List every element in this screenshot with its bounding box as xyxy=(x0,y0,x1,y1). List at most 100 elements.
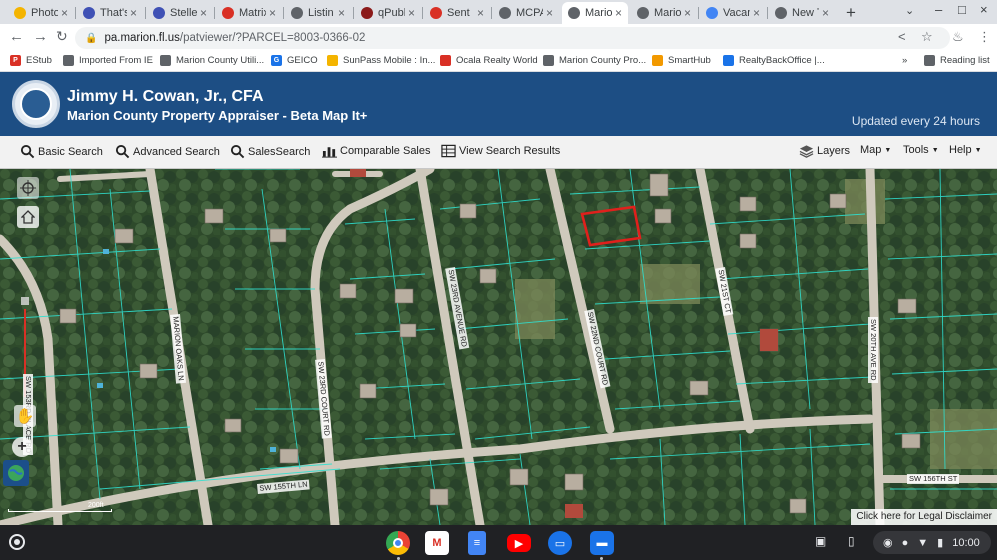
pan-tool[interactable] xyxy=(17,177,39,199)
close-tab-icon[interactable]: × xyxy=(266,6,276,20)
hand-pan-button[interactable]: ✋ xyxy=(14,405,36,427)
layers-label: Layers xyxy=(817,145,851,157)
app-toolbar: Basic Search Advanced Search SalesSearch… xyxy=(0,136,997,169)
back-icon[interactable]: ← xyxy=(9,28,24,45)
help-menu[interactable]: Help ▼ xyxy=(949,144,982,156)
tab-favicon-icon xyxy=(83,7,95,19)
bookmark-label: Marion County Pro... xyxy=(559,55,647,66)
messages-app-icon[interactable]: ▭ xyxy=(548,531,572,555)
bookmark-item[interactable]: Ocala Realty World xyxy=(440,55,538,66)
scale-label: 200ft xyxy=(88,502,104,509)
view-search-results-button[interactable]: View Search Results xyxy=(441,144,560,158)
stylus-icon: ◉ xyxy=(883,537,893,549)
browser-tab[interactable]: Matrix × xyxy=(216,2,282,24)
bookmark-label: SmartHub xyxy=(668,55,711,66)
close-window-icon[interactable]: × xyxy=(980,2,988,17)
bookmark-item[interactable]: G GEICO xyxy=(271,55,318,66)
tab-label: qPubl xyxy=(378,7,405,19)
launcher-button[interactable] xyxy=(9,534,25,550)
layers-button[interactable]: Layers xyxy=(799,144,850,158)
advanced-search-button[interactable]: Advanced Search xyxy=(115,144,220,159)
tools-menu-label: Tools xyxy=(903,144,929,156)
youtube-app-icon[interactable]: ▶ xyxy=(507,534,531,552)
url-host: pa.marion.fl.us xyxy=(104,32,180,44)
close-tab-icon[interactable]: × xyxy=(612,6,622,20)
tab-label: That's xyxy=(100,7,127,19)
tab-label: Vacan xyxy=(723,7,750,19)
browser-tab[interactable]: Mario × xyxy=(562,2,628,24)
bookmark-item[interactable]: RealtyBackOffice |... xyxy=(723,55,825,66)
home-icon xyxy=(21,210,35,224)
chrome-app-icon[interactable] xyxy=(386,531,410,555)
extensions-icon[interactable]: ♨ xyxy=(952,29,964,45)
bookmark-item[interactable]: SmartHub xyxy=(652,55,711,66)
menu-kebab-icon[interactable]: ⋮ xyxy=(978,29,991,45)
home-extent-button[interactable] xyxy=(17,206,39,228)
browser-tab[interactable]: That's × xyxy=(77,2,143,24)
aerial-map[interactable] xyxy=(0,169,997,525)
tab-search-icon[interactable]: ⌄ xyxy=(905,4,914,17)
legal-disclaimer-link[interactable]: Click here for Legal Disclaimer xyxy=(851,509,997,525)
minimize-icon[interactable]: – xyxy=(935,2,942,17)
close-tab-icon[interactable]: × xyxy=(335,6,345,20)
close-tab-icon[interactable]: × xyxy=(750,6,760,20)
bookmark-favicon-icon xyxy=(440,55,451,66)
comparable-sales-button[interactable]: Comparable Sales xyxy=(322,144,431,158)
appraiser-name: Jimmy H. Cowan, Jr., CFA xyxy=(67,88,264,105)
gmail-app-icon[interactable]: M xyxy=(425,531,449,555)
map-menu[interactable]: Map ▼ xyxy=(860,144,891,156)
browser-tab[interactable]: MCPA× xyxy=(493,2,559,24)
tab-favicon-icon xyxy=(637,7,649,19)
zoom-in-button[interactable]: + xyxy=(12,437,32,457)
reload-icon[interactable]: ↻ xyxy=(56,28,68,45)
tab-favicon-icon xyxy=(291,7,303,19)
close-tab-icon[interactable]: × xyxy=(58,6,68,20)
bookmark-item[interactable]: Imported From IE xyxy=(63,55,153,66)
tab-label: MCPA xyxy=(516,7,543,19)
map-view[interactable]: SW 153RD PLACE RD MARION OAKS LN SW 23RD… xyxy=(0,169,997,525)
bookmark-star-icon[interactable]: ☆ xyxy=(921,29,933,45)
bookmark-item[interactable]: Marion County Utili... xyxy=(160,55,264,66)
tab-favicon-icon xyxy=(153,7,165,19)
browser-tab[interactable]: Listin × xyxy=(285,2,351,24)
close-tab-icon[interactable]: × xyxy=(197,6,207,20)
basic-search-label: Basic Search xyxy=(38,145,103,158)
browser-tab[interactable]: Photo × xyxy=(8,2,74,24)
phone-hub-icon[interactable]: ▯ xyxy=(848,534,855,548)
bookmark-item[interactable]: P EStub xyxy=(10,55,52,66)
docs-app-icon[interactable]: ≡ xyxy=(468,531,486,555)
more-bookmarks-button[interactable]: » xyxy=(902,55,907,66)
maximize-icon[interactable]: □ xyxy=(958,2,966,17)
bookmark-item[interactable]: SunPass Mobile : In... xyxy=(327,55,435,66)
sales-search-button[interactable]: SalesSearch xyxy=(230,144,310,159)
share-icon[interactable]: < xyxy=(898,29,906,44)
browser-tab[interactable]: Mario × xyxy=(631,2,697,24)
bookmark-item[interactable]: Marion County Pro... xyxy=(543,55,646,66)
new-tab-icon[interactable]: + xyxy=(846,3,856,23)
close-tab-icon[interactable]: × xyxy=(405,6,415,20)
tab-favicon-icon xyxy=(499,7,511,19)
basemap-toggle[interactable] xyxy=(3,460,29,486)
system-tray[interactable]: ◉ ● ▼ ▮ 10:00 xyxy=(873,531,991,554)
tools-menu[interactable]: Tools ▼ xyxy=(903,144,939,156)
browser-tab[interactable]: Vacan× xyxy=(700,2,766,24)
close-tab-icon[interactable]: × xyxy=(681,6,691,20)
browser-tab[interactable]: New T× xyxy=(769,2,835,24)
view-search-results-label: View Search Results xyxy=(459,145,561,157)
screen-capture-icon[interactable]: ▣ xyxy=(815,534,826,548)
basic-search-button[interactable]: Basic Search xyxy=(20,144,103,159)
close-tab-icon[interactable]: × xyxy=(474,6,484,20)
files-app-icon[interactable]: ▬ xyxy=(590,531,614,555)
reading-list-button[interactable]: Reading list xyxy=(924,55,990,66)
browser-tab[interactable]: Stelle × xyxy=(147,2,213,24)
close-tab-icon[interactable]: × xyxy=(819,6,829,20)
search-icon xyxy=(20,144,35,159)
browser-tab[interactable]: Sent × xyxy=(424,2,490,24)
bookmark-favicon-icon xyxy=(160,55,171,66)
address-bar[interactable]: 🔒 pa.marion.fl.us /patviewer/?PARCEL=800… xyxy=(75,27,950,49)
forward-icon[interactable]: → xyxy=(33,28,48,45)
tab-label: Sent xyxy=(447,7,470,19)
close-tab-icon[interactable]: × xyxy=(127,6,137,20)
close-tab-icon[interactable]: × xyxy=(543,6,553,20)
browser-tab[interactable]: qPubl × xyxy=(355,2,421,24)
